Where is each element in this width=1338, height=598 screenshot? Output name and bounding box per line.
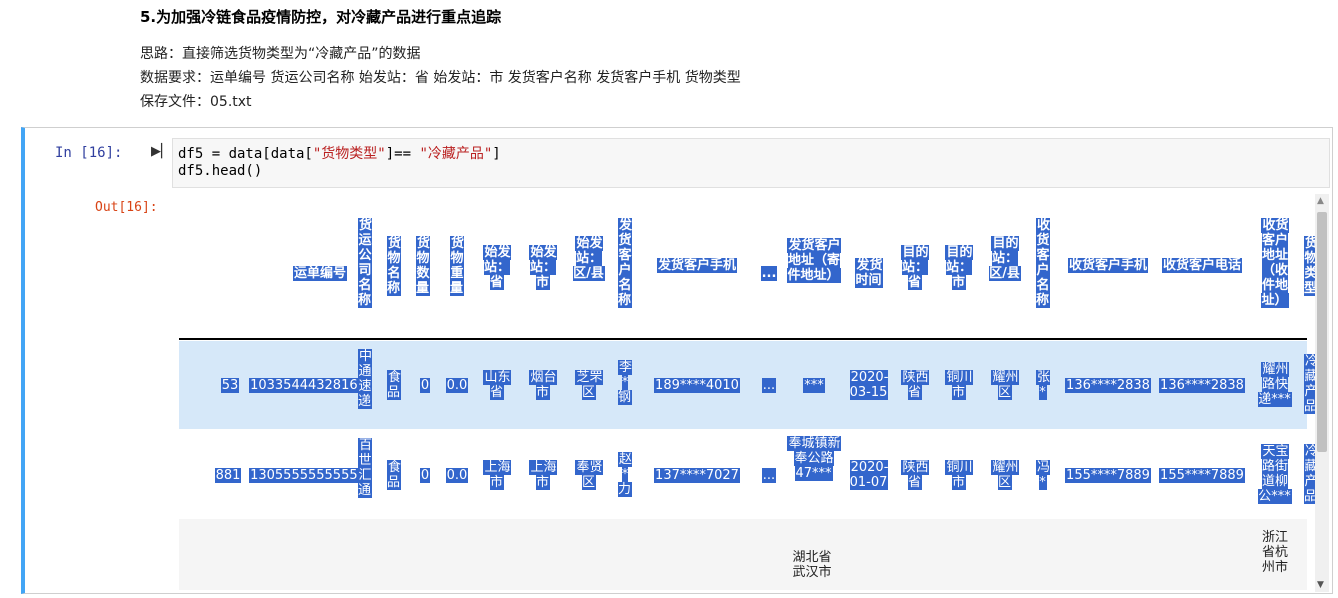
- section-title: 5.为加强冷链食品疫情防控，对冷藏产品进行重点追踪: [140, 8, 502, 26]
- cell-receiver-phone: 136****2838: [1065, 378, 1151, 393]
- col-header-origin-province: 始发站：省: [483, 245, 511, 290]
- cell-ellipsis: ...: [761, 378, 777, 393]
- col-header-goods-qty: 货物数量: [415, 236, 430, 296]
- cell-goods-weight: 0.0: [445, 378, 469, 393]
- col-header-receiver-name: 收货客户名称: [1035, 218, 1050, 308]
- col-header-sender-phone: 发货客户手机: [656, 258, 737, 273]
- cell-waybill: 10335444328166: [249, 378, 367, 393]
- cell-goods-type: 冷藏产品: [1301, 354, 1315, 414]
- cell-receiver-address: 天宝路街道柳公***: [1258, 444, 1292, 504]
- cell-dest-city: 铜川市: [945, 460, 973, 490]
- cell-dest-district: 耀州区: [991, 370, 1019, 400]
- cell-dest-district: 耀州区: [991, 460, 1019, 490]
- output-scrollbar[interactable]: ▲ ▼: [1315, 194, 1329, 592]
- col-header-waybill: 运单编号: [292, 266, 347, 281]
- cell-receiver-name: 张*: [1035, 370, 1050, 400]
- col-header-ellipsis: ...: [760, 266, 778, 281]
- cell-dest-province: 陕西省: [901, 460, 929, 490]
- header-divider: [179, 338, 1307, 340]
- cell-ellipsis: ...: [761, 468, 777, 483]
- data-requirement-text: 数据要求：运单编号 货运公司名称 始发站：省 始发站：市 发货客户名称 发货客户…: [140, 70, 741, 86]
- cell-receiver-tel: 136****2838: [1159, 378, 1245, 393]
- code-cell[interactable]: In [16]: ▶▏ df5 = data[data["货物类型"]== "冷…: [21, 127, 1333, 594]
- cell-origin-province: 上海市: [483, 460, 511, 490]
- col-header-goods-type: 货物类型: [1301, 236, 1315, 296]
- col-header-dest-city: 目的站：市: [945, 245, 973, 290]
- cell-sender-name: 赵*力: [617, 452, 632, 497]
- cell-origin-district: 芝罘区: [575, 370, 603, 400]
- cell-send-time: 2020-01-07: [849, 460, 889, 490]
- code-editor[interactable]: df5 = data[data["货物类型"]== "冷藏产品"] df5.he…: [172, 138, 1330, 188]
- col-header-sender-address: 发货客户地址（寄件地址）: [787, 238, 841, 283]
- cell-origin-district: 奉贤区: [575, 460, 603, 490]
- col-header-goods-weight: 货物重量: [449, 236, 464, 296]
- cell-sender-address: ***: [803, 378, 825, 393]
- cell-goods-qty: 0: [419, 378, 431, 393]
- col-header-dest-province: 目的站：省: [901, 245, 929, 290]
- table-row[interactable]: [179, 519, 1307, 590]
- scroll-down-icon[interactable]: ▼: [1317, 580, 1324, 590]
- cell-goods-qty: 0: [419, 468, 431, 483]
- run-cell-icon[interactable]: ▶▏: [151, 144, 171, 159]
- dataframe-output: 运单编号 货运公司名称 货物名称 货物数量 货物重量 始发站：省 始发站：市 始…: [175, 190, 1315, 590]
- scrollbar-thumb[interactable]: [1317, 212, 1327, 452]
- cell-origin-city: 上海市: [529, 460, 557, 490]
- cell-receiver-phone: 155****7889: [1065, 468, 1151, 483]
- col-header-receiver-tel: 收货客户电话: [1161, 258, 1242, 273]
- cell-company: 百世汇通: [357, 438, 372, 498]
- col-header-origin-district: 始发站：区/县: [573, 236, 605, 281]
- col-header-send-time: 发货时间: [855, 258, 883, 288]
- output-prompt: Out[16]:: [95, 200, 158, 215]
- cell-goods-weight: 0.0: [445, 468, 469, 483]
- cell-origin-city: 烟台市: [529, 370, 557, 400]
- cell-waybill: 13055555555555: [249, 468, 367, 483]
- cell-goods-name: 食品: [386, 370, 401, 400]
- approach-text: 思路：直接筛选货物类型为“冷藏产品”的数据: [140, 46, 421, 62]
- cell-send-time: 2020-03-15: [849, 370, 889, 400]
- col-header-receiver-phone: 收货客户手机: [1067, 258, 1148, 273]
- input-prompt: In [16]:: [55, 145, 123, 161]
- cell-receiver-address: 浙江省杭州市: [1261, 530, 1288, 575]
- col-header-goods-name: 货物名称: [386, 236, 401, 296]
- cell-goods-name: 食品: [386, 460, 401, 490]
- cell-receiver-tel: 155****7889: [1159, 468, 1245, 483]
- cell-sender-address: 奉城镇新奉公路47***: [787, 436, 841, 481]
- save-file-text: 保存文件：05.txt: [140, 94, 252, 110]
- col-header-sender-name: 发货客户名称: [617, 218, 632, 308]
- row-index: 53: [220, 378, 240, 393]
- cell-dest-city: 铜川市: [945, 370, 973, 400]
- cell-sender-name: 李*钢: [617, 360, 632, 405]
- cell-origin-province: 山东省: [483, 370, 511, 400]
- cell-dest-province: 陕西省: [901, 370, 929, 400]
- code-line-2: df5.head(): [178, 163, 263, 179]
- cell-sender-address: 湖北省武汉市: [792, 550, 832, 580]
- cell-receiver-address: 耀州路快递***: [1258, 362, 1292, 407]
- cell-company: 中通速递: [357, 349, 372, 409]
- col-header-origin-city: 始发站：市: [529, 245, 557, 290]
- cell-sender-phone: 189****4010: [654, 378, 740, 393]
- cell-sender-phone: 137****7027: [654, 468, 740, 483]
- code-line-1: df5 = data[data["货物类型"]== "冷藏产品"]: [178, 146, 501, 162]
- cell-receiver-name: 冯*: [1035, 460, 1050, 490]
- col-header-company: 货运公司名称: [357, 218, 372, 308]
- col-header-dest-district: 目的站：区/县: [989, 236, 1021, 281]
- scroll-up-icon[interactable]: ▲: [1317, 196, 1324, 206]
- row-index: 881: [214, 468, 242, 483]
- col-header-receiver-address: 收货客户地址（收件地址）: [1261, 218, 1289, 308]
- cell-goods-type: 冷藏产品: [1301, 444, 1315, 504]
